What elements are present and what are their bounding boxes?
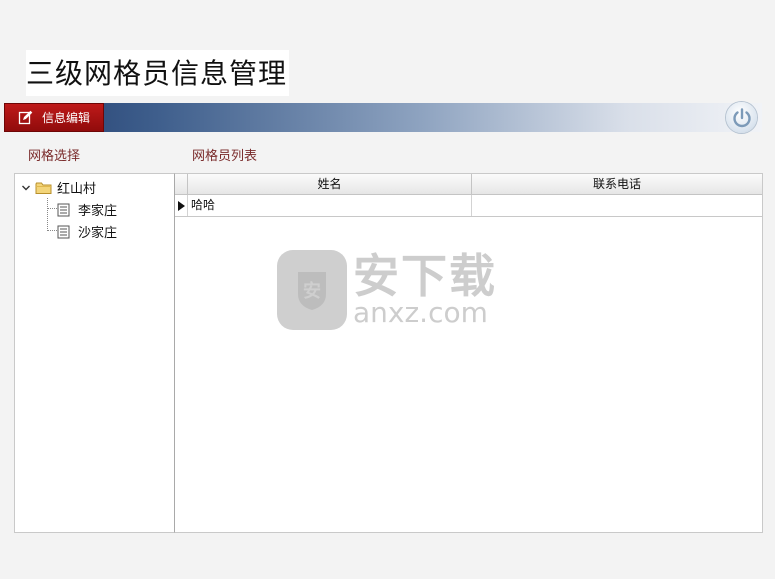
power-icon [732,107,751,127]
tree-node-label: 沙家庄 [78,226,118,241]
column-header-phone[interactable]: 联系电话 [471,174,762,194]
toolbar-band [4,103,762,132]
edit-info-button[interactable]: 信息编辑 [4,103,104,132]
member-list-label: 网格员列表 [192,149,258,164]
row-selector[interactable] [175,195,187,216]
folder-icon [35,182,52,194]
edit-icon [18,110,33,125]
tree-connector [47,208,57,209]
table-row[interactable]: 哈哈 [175,195,762,217]
cell-name[interactable]: 哈哈 [187,195,471,216]
column-header-name[interactable]: 姓名 [187,174,471,194]
edit-info-label: 信息编辑 [42,111,91,125]
tree-node-root[interactable]: 红山村 [21,178,96,197]
chevron-down-icon[interactable] [21,183,31,193]
tree-node-child[interactable]: 沙家庄 [57,222,117,241]
grid-header: 姓名 联系电话 [175,174,762,195]
document-icon [57,225,70,238]
page-title: 三级网格员信息管理 [26,50,290,96]
member-grid: 姓名 联系电话 哈哈 [174,173,763,533]
tree-node-label: 红山村 [57,182,97,197]
document-icon [57,203,70,216]
row-header-corner [175,174,187,194]
tree-node-label: 李家庄 [78,204,118,219]
current-row-arrow-icon [178,201,185,211]
tree-connector [47,198,48,231]
cell-phone[interactable] [471,195,762,216]
grid-select-label: 网格选择 [28,149,81,164]
tree-node-child[interactable]: 李家庄 [57,200,117,219]
tree-connector [47,230,57,231]
grid-tree: 红山村 李家庄 沙家庄 [14,173,175,533]
power-button[interactable] [726,102,757,133]
